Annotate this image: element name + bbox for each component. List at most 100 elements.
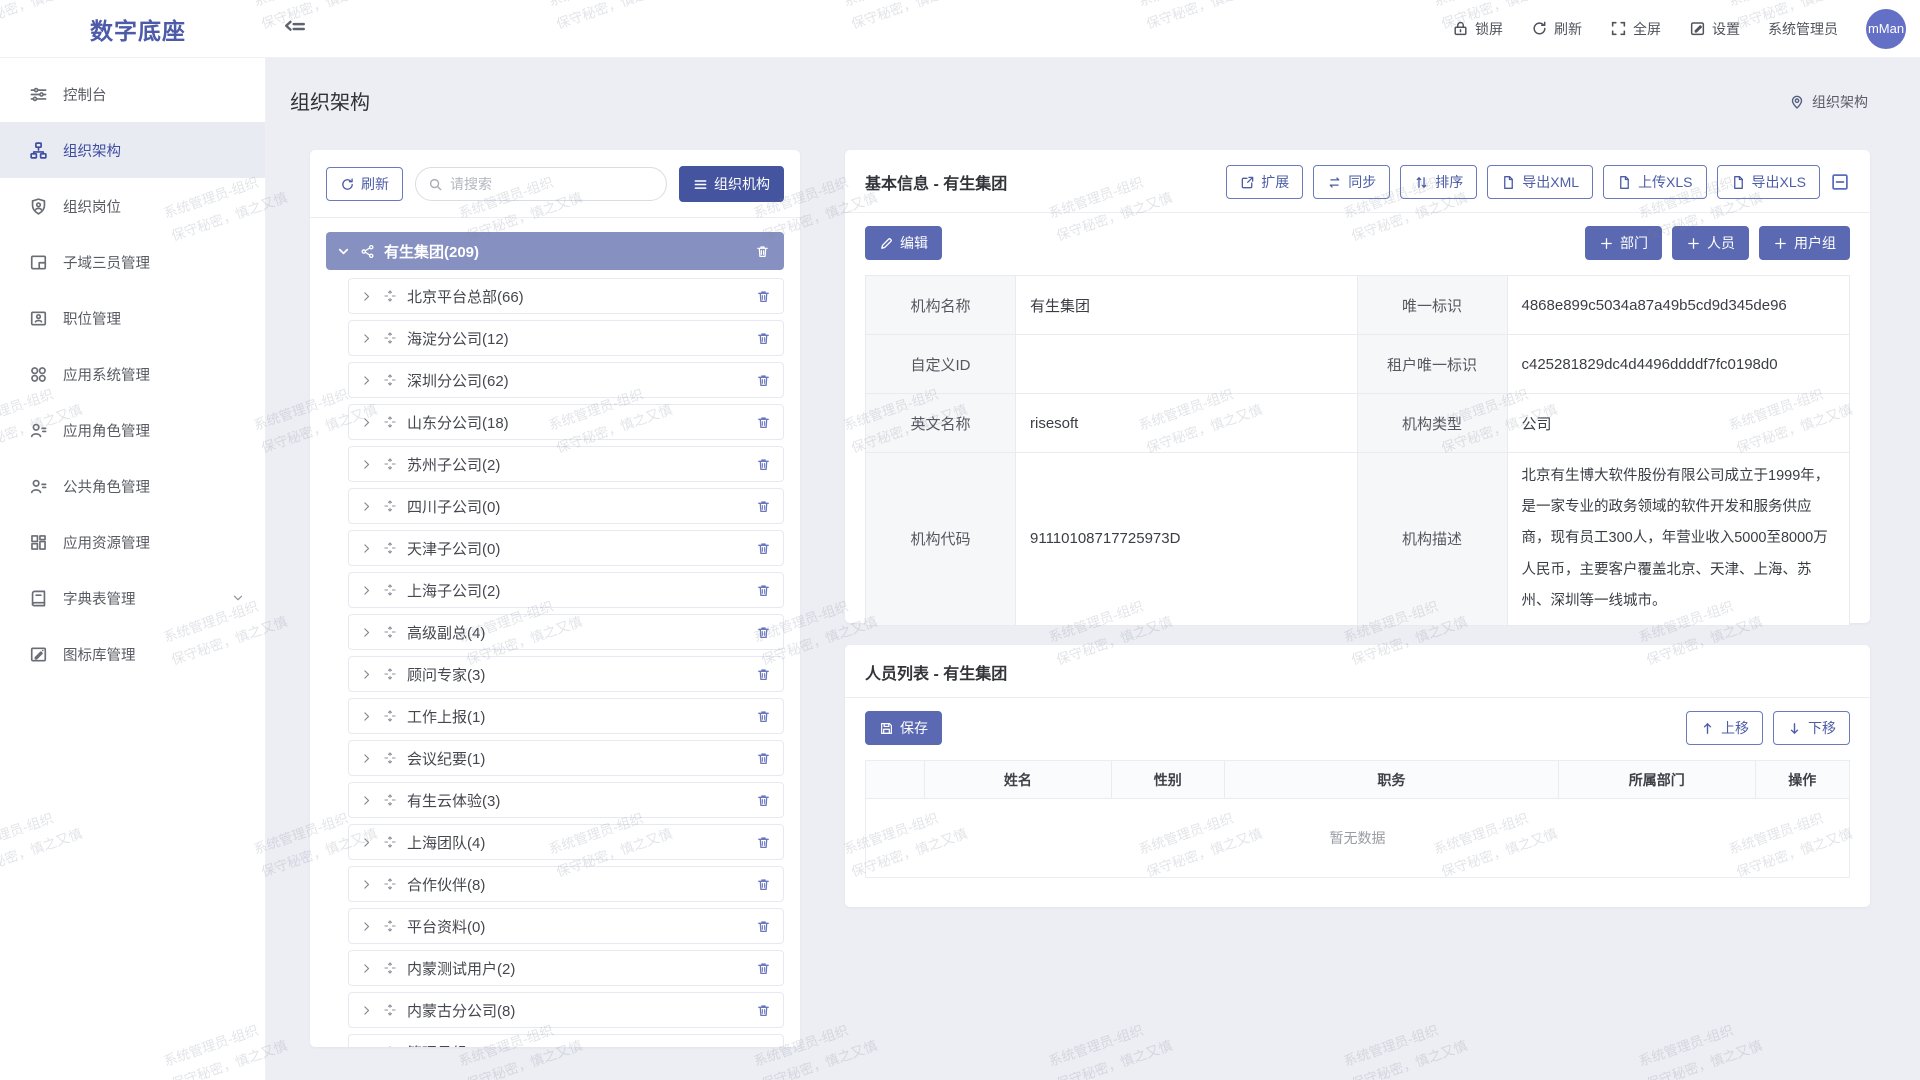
tree-node[interactable]: 上海子公司(2) [348,572,784,608]
trash-icon[interactable] [756,877,771,892]
sidebar-item-9[interactable]: 应用资源管理 [0,514,265,570]
move-up-button[interactable]: 上移 [1686,711,1763,745]
trash-icon[interactable] [756,583,771,598]
tree-node[interactable]: 合作伙伴(8) [348,866,784,902]
add-button-2[interactable]: 人员 [1672,226,1749,260]
fullscreen-button[interactable]: 全屏 [1610,19,1661,39]
sidebar-item-2[interactable]: 组织架构 [0,122,265,178]
tree-node[interactable]: 顾问专家(3) [348,656,784,692]
org-structure-button[interactable]: 组织机构 [679,166,784,202]
tree-node[interactable]: 高级副总(4) [348,614,784,650]
user-avatar[interactable]: mMan [1866,9,1906,49]
trash-icon[interactable] [756,415,771,430]
tree-node[interactable]: 苏州子公司(2) [348,446,784,482]
tree-node[interactable]: 会议纪要(1) [348,740,784,776]
toolbar-button-5[interactable]: 上传XLS [1603,165,1706,199]
chevron-right-icon[interactable] [360,836,373,849]
chevron-right-icon[interactable] [360,794,373,807]
chevron-right-icon[interactable] [360,752,373,765]
tree-node[interactable]: 内蒙古分公司(8) [348,992,784,1028]
trash-icon[interactable] [756,1045,771,1048]
tree-node[interactable]: 工作上报(1) [348,698,784,734]
tree-node[interactable]: 平台资料(0) [348,908,784,944]
chevron-right-icon[interactable] [360,710,373,723]
chevron-right-icon[interactable] [360,668,373,681]
trash-icon[interactable] [756,751,771,766]
sync-icon [1327,175,1342,190]
trash-icon[interactable] [756,709,771,724]
trash-icon[interactable] [756,835,771,850]
tree-refresh-button[interactable]: 刷新 [326,167,403,201]
basic-info-toolbar: 扩展同步排序导出XML 上传XLS 导出XLS [1226,165,1850,199]
info-field-value: 公司 [1508,394,1850,453]
chevron-right-icon[interactable] [360,1046,373,1048]
trash-icon[interactable] [756,289,771,304]
trash-icon[interactable] [756,331,771,346]
tree-node[interactable]: 山东分公司(18) [348,404,784,440]
chevron-right-icon[interactable] [360,332,373,345]
trash-icon[interactable] [756,1003,771,1018]
chevron-right-icon[interactable] [360,290,373,303]
sidebar-item-8[interactable]: 公共角色管理 [0,458,265,514]
chevron-right-icon[interactable] [360,920,373,933]
people-column-header: 姓名 [925,761,1112,799]
trash-icon[interactable] [756,457,771,472]
collapse-panel-icon[interactable] [1830,172,1850,192]
tree-node[interactable]: 北京平台总部(66) [348,278,784,314]
toolbar-button-4[interactable]: 导出XML [1487,165,1593,199]
trash-icon[interactable] [755,244,770,259]
tree-search-input[interactable] [450,176,654,192]
edit-button[interactable]: 编辑 [865,226,942,260]
chevron-right-icon[interactable] [360,584,373,597]
toolbar-button-6[interactable]: 导出XLS [1717,165,1820,199]
current-user-name[interactable]: 系统管理员 [1768,19,1838,39]
toolbar-button-2[interactable]: 同步 [1313,165,1390,199]
sidebar-item-1[interactable]: 控制台 [0,66,265,122]
chevron-right-icon[interactable] [360,878,373,891]
sidebar-item-11[interactable]: 图标库管理 [0,626,265,682]
tree-node[interactable]: 深圳分公司(62) [348,362,784,398]
sidebar-item-6[interactable]: 应用系统管理 [0,346,265,402]
chevron-right-icon[interactable] [360,1004,373,1017]
toolbar-button-1[interactable]: 扩展 [1226,165,1303,199]
chevron-right-icon[interactable] [360,626,373,639]
tree-node[interactable]: 海淀分公司(12) [348,320,784,356]
chevron-right-icon[interactable] [360,500,373,513]
sidebar-item-4[interactable]: 子域三员管理 [0,234,265,290]
save-button[interactable]: 保存 [865,711,942,745]
refresh-page-button[interactable]: 刷新 [1531,19,1582,39]
trash-icon[interactable] [756,919,771,934]
chevron-right-icon[interactable] [360,962,373,975]
trash-icon[interactable] [756,667,771,682]
trash-icon[interactable] [756,793,771,808]
add-button-3[interactable]: 用户组 [1759,226,1850,260]
lock-screen-button[interactable]: 锁屏 [1452,19,1503,39]
roleuser-icon [29,477,48,496]
trash-icon[interactable] [756,541,771,556]
trash-icon[interactable] [756,961,771,976]
sidebar-item-5[interactable]: 职位管理 [0,290,265,346]
tree-node[interactable]: 上海团队(4) [348,824,784,860]
trash-icon[interactable] [756,373,771,388]
tree-node[interactable]: 内蒙测试用户(2) [348,950,784,986]
chevron-right-icon[interactable] [360,542,373,555]
trash-icon[interactable] [756,499,771,514]
tree-node[interactable]: 有生云体验(3) [348,782,784,818]
add-button-1[interactable]: 部门 [1585,226,1662,260]
sidebar-item-10[interactable]: 字典表管理 [0,570,265,626]
tree-node[interactable]: 管理员组(9) [348,1034,784,1047]
chevron-right-icon[interactable] [360,374,373,387]
sidebar-item-3[interactable]: 组织岗位 [0,178,265,234]
collapse-sidebar-icon[interactable] [282,16,308,42]
tree-node[interactable]: 天津子公司(0) [348,530,784,566]
toolbar-button-3[interactable]: 排序 [1400,165,1477,199]
trash-icon[interactable] [756,625,771,640]
settings-button[interactable]: 设置 [1689,19,1740,39]
tree-node[interactable]: 四川子公司(0) [348,488,784,524]
chevron-right-icon[interactable] [360,458,373,471]
sidebar-item-7[interactable]: 应用角色管理 [0,402,265,458]
chevron-right-icon[interactable] [360,416,373,429]
chevron-down-icon[interactable] [336,244,351,259]
tree-root-node[interactable]: 有生集团(209) [326,232,784,270]
move-down-button[interactable]: 下移 [1773,711,1850,745]
